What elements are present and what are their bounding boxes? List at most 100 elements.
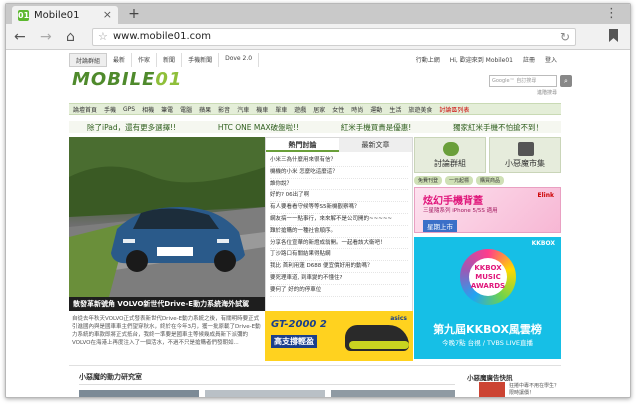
top-nav-phone-news[interactable]: 手機新聞 [182,53,220,67]
list-item[interactable]: 有人要看看守候等等S5新機觀察嗎？ [270,202,408,214]
lab-thumbnail[interactable] [79,390,199,397]
list-item[interactable]: 機機的小米 怎麼吃這麼這？ [270,167,408,179]
ad-brand: Elink [537,192,554,199]
kkbox-ad[interactable]: KKBOX KKBOX MUSIC AWARDS 第九屆KKBOX風雲榜 今晚7… [414,237,561,359]
feature-photo[interactable] [69,137,265,297]
reload-icon[interactable]: ↻ [560,29,570,45]
ad-title: 炫幻手機背蓋 [423,196,483,207]
menu-kebab-icon[interactable]: ⋮ [605,6,618,21]
divider [79,384,455,385]
promo-link[interactable]: 獨家紅米手機不怕搶不到！ [453,122,543,133]
asics-title: GT-2000 2 [271,319,327,330]
forum-group-button[interactable]: 討論群組 [414,137,486,173]
category-item[interactable]: 汽車 [237,105,249,114]
advanced-search-link[interactable]: 進階搜尋 [537,89,557,96]
tab-title: Mobile01 [34,9,80,21]
logo-accent: 01 [155,69,183,90]
lab-thumbnail[interactable] [205,390,325,397]
asics-ad[interactable]: GT-2000 2 高支撐輕盈 asics [265,311,413,361]
welcome-text: Hi, 歡迎來到 Mobile01 [449,57,513,64]
kkbox-brand: KKBOX [531,240,555,247]
category-item[interactable]: 生活 [389,105,401,114]
lab-thumbnail[interactable] [331,390,455,397]
address-bar[interactable]: ☆ www.mobile01.com ↻ [92,28,576,46]
hot-discussion-panel: 熱門討論 最新文章 小米三為什麼用來很有信？ 機機的小米 怎麼吃這麼這？ 誰你說… [265,137,413,337]
promo-link[interactable]: 除了iPad，還有更多選擇!! [87,122,176,133]
category-item[interactable]: 旅遊美食 [408,105,432,114]
login-link[interactable]: 登入 [545,55,557,64]
category-item[interactable]: 手機 [104,105,116,114]
chat-bubble-icon [443,142,459,156]
ad-button[interactable]: 星期上市 [423,220,457,232]
register-link[interactable]: 註冊 [523,55,535,64]
category-item[interactable]: 居家 [313,105,325,114]
browser-window: 01 Mobile01 × + ⋮ ← → ⌂ ☆ www.mobile01.c… [5,3,631,398]
list-item[interactable]: 要何了 好的的停車位 [270,285,408,297]
category-item[interactable]: 蘋果 [199,105,211,114]
market-button[interactable]: 小惡魔市集 [489,137,561,173]
category-item[interactable]: 相機 [142,105,154,114]
list-item[interactable]: 分享各位宣華的新燈成翁開。一起看該大衛吧！ [270,238,408,250]
pill-free-post[interactable]: 免費刊登 [414,176,443,185]
promo-link[interactable]: 紅米手機買貴是優惠! [341,122,412,133]
feature-caption[interactable]: 散發革新號角 VOLVO新世代Drive-E動力系統海外試駕 [69,297,265,311]
category-item[interactable]: 討論區列表 [439,105,469,114]
top-nav-writers[interactable]: 作家 [132,53,158,67]
category-bar: 論壇首頁 手機 GPS 相機 筆電 電腦 蘋果 影音 汽車 機車 單車 遊戲 居… [69,103,561,115]
back-arrow-icon[interactable]: ← [14,28,26,46]
category-item[interactable]: 電腦 [180,105,192,114]
ad-news-text[interactable]: 狂捲中專不用在學生？限時讓價！ [509,383,561,397]
tab-strip: 01 Mobile01 × + ⋮ [6,4,630,24]
url-text: www.mobile01.com [113,31,211,42]
category-item[interactable]: 女性 [332,105,344,114]
browser-tab[interactable]: 01 Mobile01 × [12,6,118,24]
list-item[interactable]: 難於搶購的一種社會順序。 [270,226,408,238]
site-logo[interactable]: MOBILE01 [72,69,182,90]
list-item[interactable]: 要死理車道, 到車變的不懂住? [270,273,408,285]
promo-link[interactable]: HTC ONE MAX破盤啦!! [218,122,299,133]
category-item[interactable]: 時尚 [351,105,363,114]
top-nav-news[interactable]: 新聞 [157,53,183,67]
site-favicon-icon: 01 [18,9,30,21]
site-search-input[interactable]: Google™ 自訂搜尋 [489,75,557,87]
category-item[interactable]: 遊戲 [294,105,306,114]
kkbox-subtitle: 今晚7點 台視 / TVBS LIVE直播 [441,339,534,347]
site-search-button[interactable]: ⌕ [560,75,572,87]
top-nav-forum[interactable]: 討論群組 [69,53,108,67]
bookmark-star-icon[interactable]: ☆ [98,29,108,45]
close-tab-icon[interactable]: × [103,8,112,21]
top-nav-dove[interactable]: Dove 2.0 [219,53,260,67]
pill-buy[interactable]: 購買商品 [476,176,505,185]
category-item[interactable]: 論壇首頁 [73,105,97,114]
promo-marquee: 除了iPad，還有更多選擇!! HTC ONE MAX破盤啦!! 紅米手機買貴是… [69,121,561,133]
category-item[interactable]: 單車 [275,105,287,114]
category-item[interactable]: GPS [123,106,135,113]
new-tab-button[interactable]: + [124,6,144,23]
kkbox-title: 第九屆KKBOX風雲榜 [433,323,542,336]
category-item[interactable]: 機車 [256,105,268,114]
list-item[interactable]: 誰你說？ [270,179,408,191]
ad-news-heading[interactable]: 小惡魔廣告快訊 [467,372,513,382]
lab-heading[interactable]: 小惡魔的動力研究室 [79,372,142,382]
category-item[interactable]: 筆電 [161,105,173,114]
category-item[interactable]: 運動 [370,105,382,114]
tab-hot-discussion[interactable]: 熱門討論 [266,138,339,152]
asics-brand: asics [390,315,407,322]
category-item[interactable]: 影音 [218,105,230,114]
list-item[interactable]: 好的? 06出了啊 [270,190,408,203]
pill-one-dollar[interactable]: 一元起標 [445,176,474,185]
phone-cover-ad[interactable]: 炫幻手機背蓋 三星隨系列 iPhone 5/5S 適用 星期上市 Elink [414,187,561,233]
ad-news-thumbnail[interactable] [479,382,505,397]
top-nav-latest[interactable]: 最新 [107,53,133,67]
list-item[interactable]: 丁沙路口有關結果得貼網 [270,249,408,262]
forward-arrow-icon[interactable]: → [40,28,52,46]
list-item[interactable]: 網友搞一一點事行，來來解不是公司開的~~~~~ [270,214,408,226]
asics-subtitle: 高支撐輕盈 [271,335,317,348]
bookmarks-icon[interactable] [609,29,618,42]
list-item[interactable]: 小米三為什麼用來很有信？ [270,155,408,167]
kkbox-ring-label: KKBOX MUSIC AWARDS [469,258,507,296]
list-item[interactable]: 我比 首利用蓮 D688 便宜價好用的動嗎？ [270,261,408,273]
home-icon[interactable]: ⌂ [66,28,75,46]
tab-latest-articles[interactable]: 最新文章 [339,138,412,152]
top-link-mobile[interactable]: 行動上網 [416,55,440,64]
